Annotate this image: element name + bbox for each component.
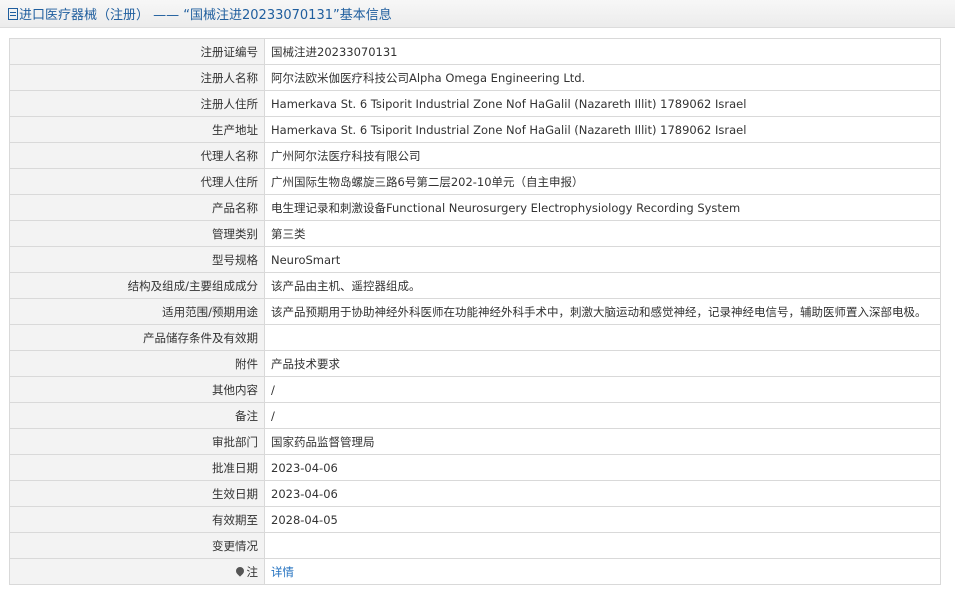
table-row: 产品名称 电生理记录和刺激设备Functional Neurosurgery El… bbox=[9, 194, 941, 221]
page-title-bar: 进口医疗器械（注册） —— “国械注进20233070131”基本信息 bbox=[0, 0, 955, 28]
row-label: 附件 bbox=[9, 350, 265, 377]
table-row: 生效日期 2023-04-06 bbox=[9, 480, 941, 507]
table-row: 注册证编号 国械注进20233070131 bbox=[9, 38, 941, 65]
row-label: 结构及组成/主要组成成分 bbox=[9, 272, 265, 299]
row-value: 第三类 bbox=[264, 220, 941, 247]
row-value: NeuroSmart bbox=[264, 246, 941, 273]
row-value: 产品技术要求 bbox=[264, 350, 941, 377]
row-value: 国家药品监督管理局 bbox=[264, 428, 941, 455]
row-label: 产品名称 bbox=[9, 194, 265, 221]
table-row: 代理人住所 广州国际生物岛螺旋三路6号第二层202-10单元（自主申报） bbox=[9, 168, 941, 195]
row-label: 有效期至 bbox=[9, 506, 265, 533]
row-value: / bbox=[264, 376, 941, 403]
row-label: 管理类别 bbox=[9, 220, 265, 247]
row-label: 生效日期 bbox=[9, 480, 265, 507]
table-row: 有效期至 2028-04-05 bbox=[9, 506, 941, 533]
row-value: / bbox=[264, 402, 941, 429]
row-label: 代理人名称 bbox=[9, 142, 265, 169]
table-row: 附件 产品技术要求 bbox=[9, 350, 941, 377]
row-value: 广州国际生物岛螺旋三路6号第二层202-10单元（自主申报） bbox=[264, 168, 941, 195]
row-value: 广州阿尔法医疗科技有限公司 bbox=[264, 142, 941, 169]
table-row: 注册人名称 阿尔法欧米伽医疗科技公司Alpha Omega Engineering… bbox=[9, 64, 941, 91]
row-value: 国械注进20233070131 bbox=[264, 38, 941, 65]
row-label: 生产地址 bbox=[9, 116, 265, 143]
row-value: Hamerkava St. 6 Tsiporit Industrial Zone… bbox=[264, 90, 941, 117]
row-label: 变更情况 bbox=[9, 532, 265, 559]
row-value: 2023-04-06 bbox=[264, 454, 941, 481]
row-value bbox=[264, 324, 941, 351]
row-label: 备注 bbox=[9, 402, 265, 429]
row-value bbox=[264, 532, 941, 559]
row-value: Hamerkava St. 6 Tsiporit Industrial Zone… bbox=[264, 116, 941, 143]
row-value: 阿尔法欧米伽医疗科技公司Alpha Omega Engineering Ltd. bbox=[264, 64, 941, 91]
row-label: 审批部门 bbox=[9, 428, 265, 455]
page-title: 进口医疗器械（注册） —— “国械注进20233070131”基本信息 bbox=[19, 8, 392, 23]
row-label: 其他内容 bbox=[9, 376, 265, 403]
row-label: 产品储存条件及有效期 bbox=[9, 324, 265, 351]
row-value: 2023-04-06 bbox=[264, 480, 941, 507]
table-row: 产品储存条件及有效期 bbox=[9, 324, 941, 351]
row-value: 该产品由主机、遥控器组成。 bbox=[264, 272, 941, 299]
row-value: 该产品预期用于协助神经外科医师在功能神经外科手术中，刺激大脑运动和感觉神经，记录… bbox=[264, 298, 941, 325]
pin-icon bbox=[233, 564, 246, 577]
table-row: 适用范围/预期用途 该产品预期用于协助神经外科医师在功能神经外科手术中，刺激大脑运… bbox=[9, 298, 941, 325]
row-label: 批准日期 bbox=[9, 454, 265, 481]
table-row: 备注 / bbox=[9, 402, 941, 429]
row-label: 注册人住所 bbox=[9, 90, 265, 117]
row-value: 2028-04-05 bbox=[264, 506, 941, 533]
row-label: 代理人住所 bbox=[9, 168, 265, 195]
table-row: 结构及组成/主要组成成分 该产品由主机、遥控器组成。 bbox=[9, 272, 941, 299]
note-value-cell: 详情 bbox=[264, 558, 941, 585]
row-value: 电生理记录和刺激设备Functional Neurosurgery Electr… bbox=[264, 194, 941, 221]
info-table: 注册证编号 国械注进20233070131 注册人名称 阿尔法欧米伽医疗科技公司Alp… bbox=[9, 38, 941, 585]
details-link[interactable]: 详情 bbox=[271, 565, 294, 579]
row-label: 型号规格 bbox=[9, 246, 265, 273]
note-row: 注详情 bbox=[9, 558, 941, 585]
table-row: 代理人名称 广州阿尔法医疗科技有限公司 bbox=[9, 142, 941, 169]
table-row: 批准日期 2023-04-06 bbox=[9, 454, 941, 481]
note-label-cell: 注 bbox=[9, 558, 265, 585]
row-label: 注册证编号 bbox=[9, 38, 265, 65]
note-label: 注 bbox=[246, 564, 259, 579]
table-row: 审批部门 国家药品监督管理局 bbox=[9, 428, 941, 455]
table-row: 生产地址 Hamerkava St. 6 Tsiporit Industrial … bbox=[9, 116, 941, 143]
document-icon bbox=[8, 7, 18, 20]
table-row: 型号规格 NeuroSmart bbox=[9, 246, 941, 273]
table-row: 其他内容 / bbox=[9, 376, 941, 403]
table-row: 管理类别 第三类 bbox=[9, 220, 941, 247]
table-row: 变更情况 bbox=[9, 532, 941, 559]
row-label: 注册人名称 bbox=[9, 64, 265, 91]
table-row: 注册人住所 Hamerkava St. 6 Tsiporit Industrial… bbox=[9, 90, 941, 117]
row-label: 适用范围/预期用途 bbox=[9, 298, 265, 325]
